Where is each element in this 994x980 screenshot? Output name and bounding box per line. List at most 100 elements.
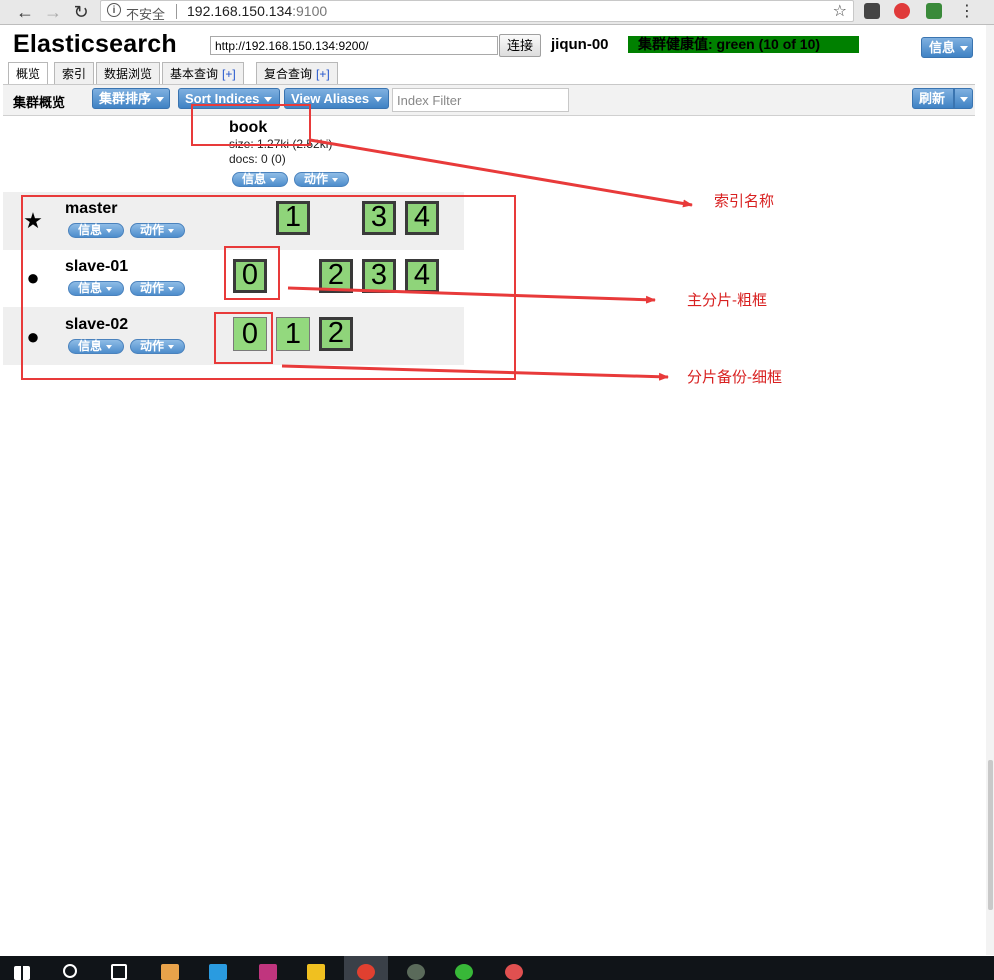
shard-primary-2[interactable]: 2	[319, 259, 353, 293]
connect-button[interactable]: 连接	[499, 34, 541, 57]
address-bar[interactable]: i 不安全 192.168.150.134:9100 ☆	[100, 0, 854, 22]
app-plane-icon[interactable]	[209, 964, 227, 980]
chevron-down-icon	[106, 228, 113, 233]
url-text[interactable]: 192.168.150.134:9100	[187, 3, 327, 19]
shard-primary-2[interactable]: 2	[319, 317, 353, 351]
annotation-index-name-label: 索引名称	[714, 193, 775, 210]
intellij-icon[interactable]	[259, 964, 277, 980]
search-icon[interactable]	[63, 964, 77, 978]
address-separator	[176, 4, 177, 19]
index-action-label: 动作	[304, 172, 329, 186]
cluster-health-badge: 集群健康值: green (10 of 10)	[628, 36, 859, 53]
shard-primary-3[interactable]: 3	[362, 259, 396, 293]
node-info-button[interactable]: 信息	[68, 339, 124, 354]
shard-primary-4[interactable]: 4	[405, 259, 439, 293]
extension-red-icon[interactable]	[894, 3, 910, 19]
sort-cluster-button[interactable]: 集群排序	[92, 88, 170, 109]
index-action-button[interactable]: 动作	[294, 172, 349, 187]
node-dot-icon: ●	[26, 265, 40, 290]
insecure-label: 不安全	[126, 7, 166, 22]
toolbar-label: 集群概览	[13, 95, 66, 110]
reload-icon[interactable]: ↻	[70, 1, 92, 23]
task-view-icon[interactable]	[111, 964, 127, 980]
node-info-button[interactable]: 信息	[68, 223, 124, 238]
header-info-label: 信息	[929, 40, 956, 55]
extension-icon[interactable]	[864, 3, 880, 19]
node-action-button[interactable]: 动作	[130, 223, 185, 238]
node-name-slave-02: slave-02	[65, 316, 129, 333]
master-star-icon: ★	[23, 208, 43, 233]
index-name[interactable]: book	[229, 119, 267, 137]
chevron-down-icon	[332, 177, 339, 182]
arrow-left-icon[interactable]: ←	[14, 1, 36, 23]
shard-replica-1[interactable]: 1	[276, 317, 310, 351]
sort-indices-label: Sort Indices	[185, 91, 260, 106]
tab-basic-query-plus[interactable]: [+]	[222, 67, 236, 81]
shard-primary-1[interactable]: 1	[276, 201, 310, 235]
annotation-arrows	[281, 138, 693, 381]
chrome-icon	[357, 964, 375, 980]
app-title: Elasticsearch	[13, 30, 177, 58]
sort-cluster-label: 集群排序	[99, 91, 152, 106]
chevron-down-icon	[156, 97, 165, 103]
arrow-to-replica-label	[281, 364, 669, 381]
browser-toolbar: ← → ↻ i 不安全 192.168.150.134:9100 ☆ ⋮	[0, 0, 994, 25]
index-filter-input[interactable]	[392, 88, 569, 112]
tab-compound-query-label: 复合查询	[264, 67, 313, 81]
refresh-button[interactable]: 刷新	[912, 88, 954, 109]
sort-indices-button[interactable]: Sort Indices	[178, 88, 280, 109]
node-action-label: 动作	[140, 281, 165, 295]
header-info-button[interactable]: 信息	[921, 37, 973, 58]
star-icon[interactable]: ☆	[833, 1, 847, 21]
url-host: 192.168.150.134	[187, 3, 293, 19]
index-info-label: 信息	[242, 172, 267, 186]
menu-dots-icon[interactable]: ⋮	[956, 1, 978, 23]
chevron-down-icon	[270, 177, 277, 182]
windows-start-icon[interactable]	[14, 966, 30, 980]
chevron-down-icon	[106, 344, 113, 349]
chevron-down-icon	[168, 344, 175, 349]
index-docs: docs: 0 (0)	[229, 152, 286, 166]
scrollbar-thumb[interactable]	[988, 760, 993, 910]
tab-indices[interactable]: 索引	[54, 62, 95, 84]
taskbar	[0, 956, 994, 980]
app-clock-icon[interactable]	[407, 964, 425, 980]
app-orange-icon[interactable]	[161, 964, 179, 980]
view-aliases-button[interactable]: View Aliases	[284, 88, 389, 109]
chevron-down-icon	[106, 286, 113, 291]
info-circle-icon[interactable]: i	[107, 3, 121, 17]
index-size: size: 1.27ki (2.52ki)	[229, 137, 333, 151]
node-info-label: 信息	[78, 223, 103, 237]
chevron-down-icon	[168, 286, 175, 291]
extension-green-icon[interactable]	[926, 3, 942, 19]
arrow-right-icon[interactable]: →	[42, 1, 64, 23]
shard-replica-0[interactable]: 0	[233, 317, 267, 351]
wechat-icon[interactable]	[455, 964, 473, 980]
chevron-down-icon	[264, 97, 273, 103]
tab-browser[interactable]: 数据浏览	[96, 62, 161, 84]
shard-primary-3[interactable]: 3	[362, 201, 396, 235]
shard-primary-4[interactable]: 4	[405, 201, 439, 235]
node-action-label: 动作	[140, 223, 165, 237]
node-info-button[interactable]: 信息	[68, 281, 124, 296]
node-action-button[interactable]: 动作	[130, 339, 185, 354]
tab-basic-query[interactable]: 基本查询 [+]	[162, 62, 244, 84]
app-red-icon[interactable]	[505, 964, 523, 980]
url-port: :9100	[292, 3, 328, 19]
annotation-primary-shard-label: 主分片-粗框	[687, 292, 767, 309]
node-name-master: master	[65, 200, 118, 217]
node-name-slave-01: slave-01	[65, 258, 129, 275]
node-info-label: 信息	[78, 339, 103, 353]
tab-basic-query-label: 基本查询	[170, 67, 219, 81]
shard-primary-0[interactable]: 0	[233, 259, 267, 293]
tab-compound-query-plus[interactable]: [+]	[316, 67, 330, 81]
node-action-button[interactable]: 动作	[130, 281, 185, 296]
chevron-down-icon	[374, 97, 383, 103]
refresh-dropdown-button[interactable]	[954, 88, 973, 109]
node-action-label: 动作	[140, 339, 165, 353]
app-yellow-icon[interactable]	[307, 964, 325, 980]
tab-compound-query[interactable]: 复合查询 [+]	[256, 62, 338, 84]
view-aliases-label: View Aliases	[291, 91, 370, 106]
index-info-button[interactable]: 信息	[232, 172, 288, 187]
connect-url-input[interactable]	[210, 36, 498, 55]
